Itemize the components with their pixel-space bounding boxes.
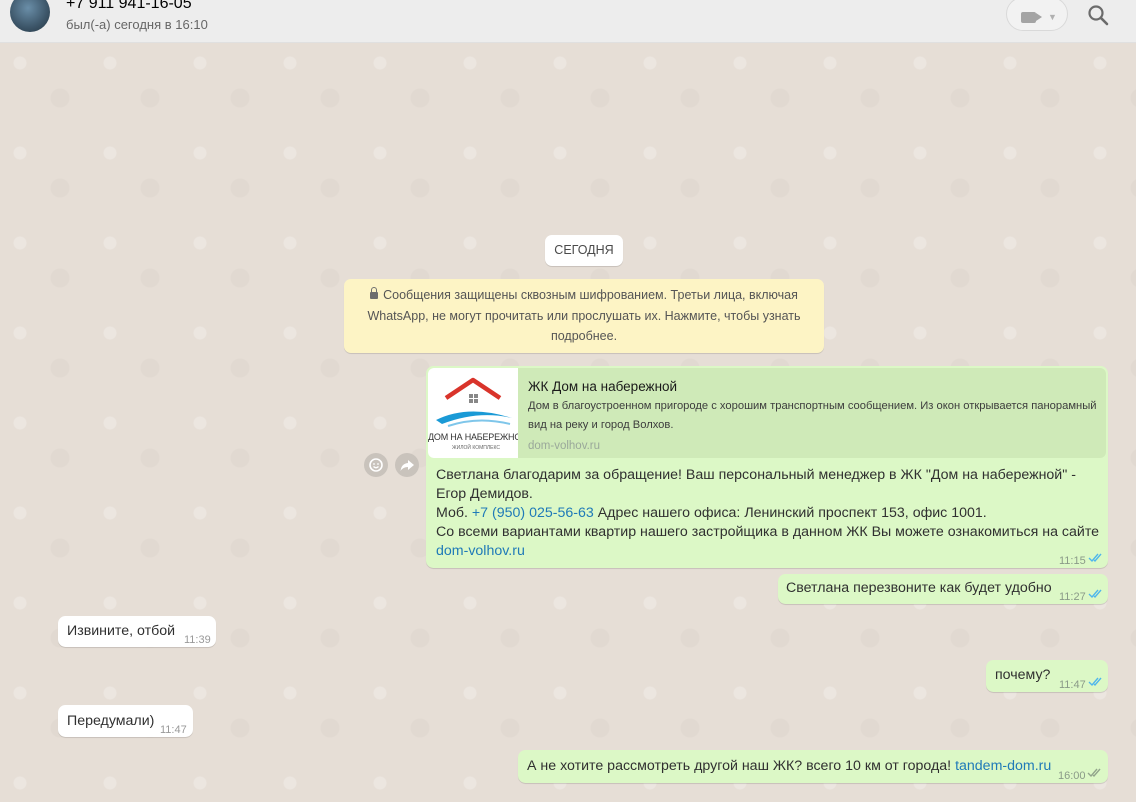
message-time: 11:47 — [1059, 679, 1086, 691]
chevron-down-icon: ▼ — [1048, 12, 1057, 22]
link-preview-url: dom-volhov.ru — [528, 440, 601, 452]
phone-link[interactable]: +7 (950) 025-56-63 — [472, 505, 594, 521]
message-outgoing[interactable]: почему? 11:47 — [986, 660, 1108, 692]
lock-icon — [370, 287, 379, 299]
read-ticks-icon — [1088, 677, 1102, 687]
message-text: почему? — [995, 667, 1051, 683]
link-preview-description: Дом в благоустроенном пригороде с хороши… — [528, 400, 1097, 431]
link-preview-title: ЖК Дом на набережной — [528, 379, 678, 394]
message-time: 11:15 — [1059, 555, 1086, 567]
message-text-part: А не хотите рассмотреть другой наш ЖК? в… — [527, 758, 956, 774]
message-incoming[interactable]: Извините, отбой 11:39 — [58, 616, 216, 647]
message-text-part: Адрес нашего офиса: Ленинский проспект 1… — [593, 505, 987, 521]
link-preview-thumbnail: ДОМ НА НАБЕРЕЖНОЙ ЖИЛОЙ КОМПЛЕКС — [428, 368, 518, 458]
website-link[interactable]: dom-volhov.ru — [436, 543, 525, 559]
message-time: 16:00 — [1058, 770, 1086, 782]
message-line: Светлана благодарим за обращение! Ваш пе… — [436, 467, 1076, 483]
message-outgoing[interactable]: Светлана перезвоните как будет удобно 11… — [778, 574, 1108, 604]
message-text: А не хотите рассмотреть другой наш ЖК? в… — [527, 757, 1051, 776]
website-link[interactable]: tandem-dom.ru — [955, 758, 1051, 774]
forward-icon — [400, 460, 414, 471]
message-line: Егор Демидов. — [436, 486, 533, 502]
encryption-notice-text: Сообщения защищены сквозным шифрованием.… — [367, 288, 801, 343]
chat-header: +7 911 941-16-05 был(-а) сегодня в 16:10… — [0, 0, 1136, 43]
avatar[interactable] — [10, 0, 50, 32]
message-text: Передумали) — [67, 713, 155, 729]
contact-name[interactable]: +7 911 941-16-05 — [66, 0, 192, 13]
message-time: 11:27 — [1059, 591, 1086, 603]
search-icon[interactable] — [1087, 4, 1109, 26]
message-text: Светлана благодарим за обращение! Ваш пе… — [436, 466, 1101, 561]
video-call-button[interactable]: ▼ — [1006, 0, 1068, 31]
message-time: 11:39 — [184, 634, 211, 646]
message-time: 11:47 — [160, 724, 187, 736]
contact-status: был(-а) сегодня в 16:10 — [66, 17, 208, 32]
forward-button[interactable] — [395, 453, 419, 477]
message-text-part: Моб. — [436, 505, 472, 521]
date-divider: СЕГОДНЯ — [545, 235, 623, 266]
encryption-notice[interactable]: Сообщения защищены сквозным шифрованием.… — [344, 279, 824, 353]
read-ticks-icon — [1088, 553, 1102, 563]
smile-icon — [369, 458, 383, 472]
delivered-ticks-icon — [1087, 768, 1101, 778]
message-incoming[interactable]: Передумали) 11:47 — [58, 705, 193, 737]
message-line: Со всеми вариантами квартир нашего застр… — [436, 524, 1100, 540]
message-outgoing[interactable]: А не хотите рассмотреть другой наш ЖК? в… — [518, 750, 1108, 783]
read-ticks-icon — [1088, 589, 1102, 599]
message-line: Моб. +7 (950) 025-56-63 Адрес нашего офи… — [436, 504, 1101, 523]
link-preview[interactable]: ДОМ НА НАБЕРЕЖНОЙ ЖИЛОЙ КОМПЛЕКС ЖК Дом … — [428, 368, 1106, 458]
message-text: Извините, отбой — [67, 623, 176, 639]
emoji-reaction-button[interactable] — [364, 453, 388, 477]
video-call-icon — [1021, 12, 1042, 23]
logo-subtext: ЖИЛОЙ КОМПЛЕКС — [452, 445, 500, 451]
message-outgoing[interactable]: ДОМ НА НАБЕРЕЖНОЙ ЖИЛОЙ КОМПЛЕКС ЖК Дом … — [426, 366, 1108, 568]
message-text: Светлана перезвоните как будет удобно — [786, 580, 1052, 596]
